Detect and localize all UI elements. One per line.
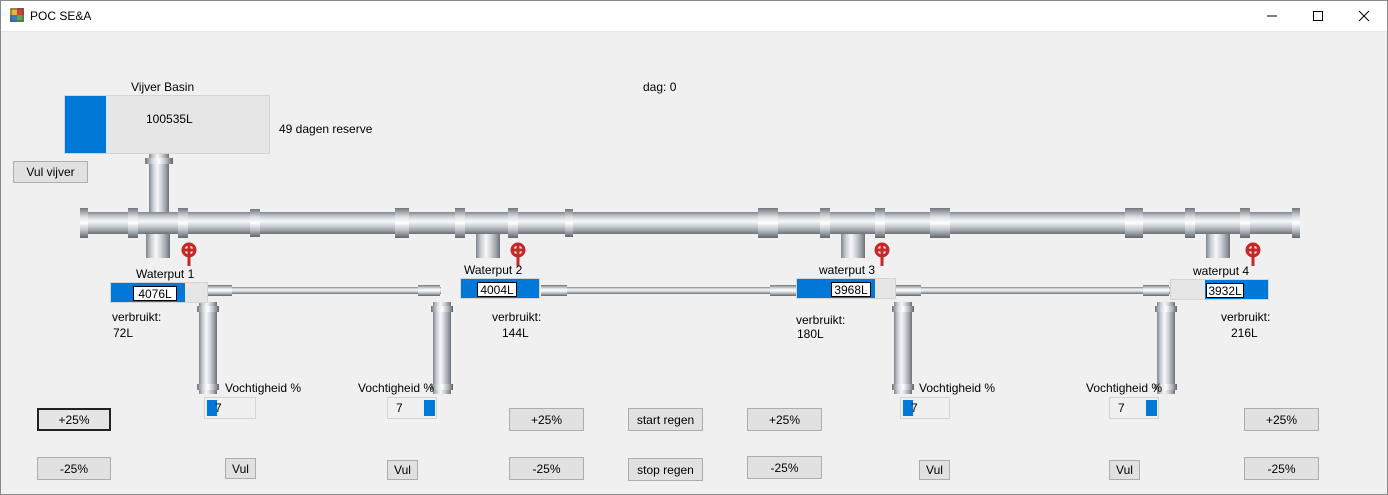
field-4-humidity-input[interactable]: 7 — [1109, 397, 1159, 419]
field-2-fill-button[interactable]: Vul — [387, 460, 418, 480]
field-1-humidity-input[interactable]: 7 — [204, 397, 256, 419]
well-3-label: waterput 3 — [819, 263, 876, 277]
rain-3-minus-button[interactable]: -25% — [747, 456, 822, 479]
field-3-fill-button[interactable]: Vul — [919, 460, 950, 480]
well-1-label: Waterput 1 — [136, 267, 195, 281]
start-rain-button[interactable]: start regen — [628, 408, 703, 431]
field-2-humidity-label: Vochtigheid % — [358, 381, 435, 395]
field-2-humidity-value: 7 — [396, 401, 403, 415]
field-4-humidity-value: 7 — [1118, 401, 1125, 415]
rain-2-minus-button[interactable]: -25% — [509, 457, 584, 480]
well-2-level-bar: 4004L — [460, 278, 540, 299]
field-3-humidity-input[interactable]: 7 — [900, 397, 950, 419]
rain-4-plus-button[interactable]: +25% — [1244, 408, 1319, 431]
field-4-humidity-fill — [1146, 400, 1157, 416]
well-4-level-bar: 3932L — [1170, 279, 1269, 300]
rain-3-plus-button[interactable]: +25% — [747, 408, 822, 431]
field-3-humidity-label: Vochtigheid % — [919, 381, 996, 395]
field-2-humidity-input[interactable]: 7 — [387, 397, 437, 419]
well-4-value: 3932L — [1206, 283, 1244, 298]
stop-rain-button[interactable]: stop regen — [628, 458, 703, 481]
field-3-humidity-value: 7 — [911, 401, 918, 415]
well-1-level-bar: 4076L — [110, 282, 208, 303]
well-1-used-value: 72L — [113, 326, 134, 340]
well-3-used-value: 180L — [797, 327, 824, 341]
well-2-used-value: 144L — [502, 326, 529, 340]
rain-4-minus-button[interactable]: -25% — [1244, 457, 1319, 480]
well-3-level-bar: 3968L — [796, 278, 896, 299]
well-2-value: 4004L — [477, 282, 517, 297]
field-1-fill-button[interactable]: Vul — [225, 458, 256, 479]
well-1-used-label: verbruikt: — [112, 310, 162, 324]
field-1-humidity-value: 7 — [215, 401, 222, 415]
well-2-label: Waterput 2 — [464, 263, 523, 277]
rain-1-plus-button[interactable]: +25% — [37, 408, 111, 431]
field-1-humidity-label: Vochtigheid % — [225, 381, 302, 395]
rain-1-minus-button[interactable]: -25% — [37, 457, 111, 480]
well-4-used-value: 216L — [1231, 326, 1258, 340]
rain-2-plus-button[interactable]: +25% — [509, 408, 584, 431]
well-4-label: waterput 4 — [1193, 264, 1250, 278]
well-1-value: 4076L — [133, 286, 177, 301]
field-2-humidity-fill — [424, 400, 435, 416]
well-3-used-label: verbruikt: — [796, 313, 846, 327]
well-3-value: 3968L — [831, 282, 871, 297]
field-4-fill-button[interactable]: Vul — [1109, 460, 1140, 480]
well-4-used-label: verbruikt: — [1221, 310, 1271, 324]
field-4-humidity-label: Vochtigheid % — [1086, 381, 1163, 395]
well-2-used-label: verbruikt: — [492, 310, 542, 324]
